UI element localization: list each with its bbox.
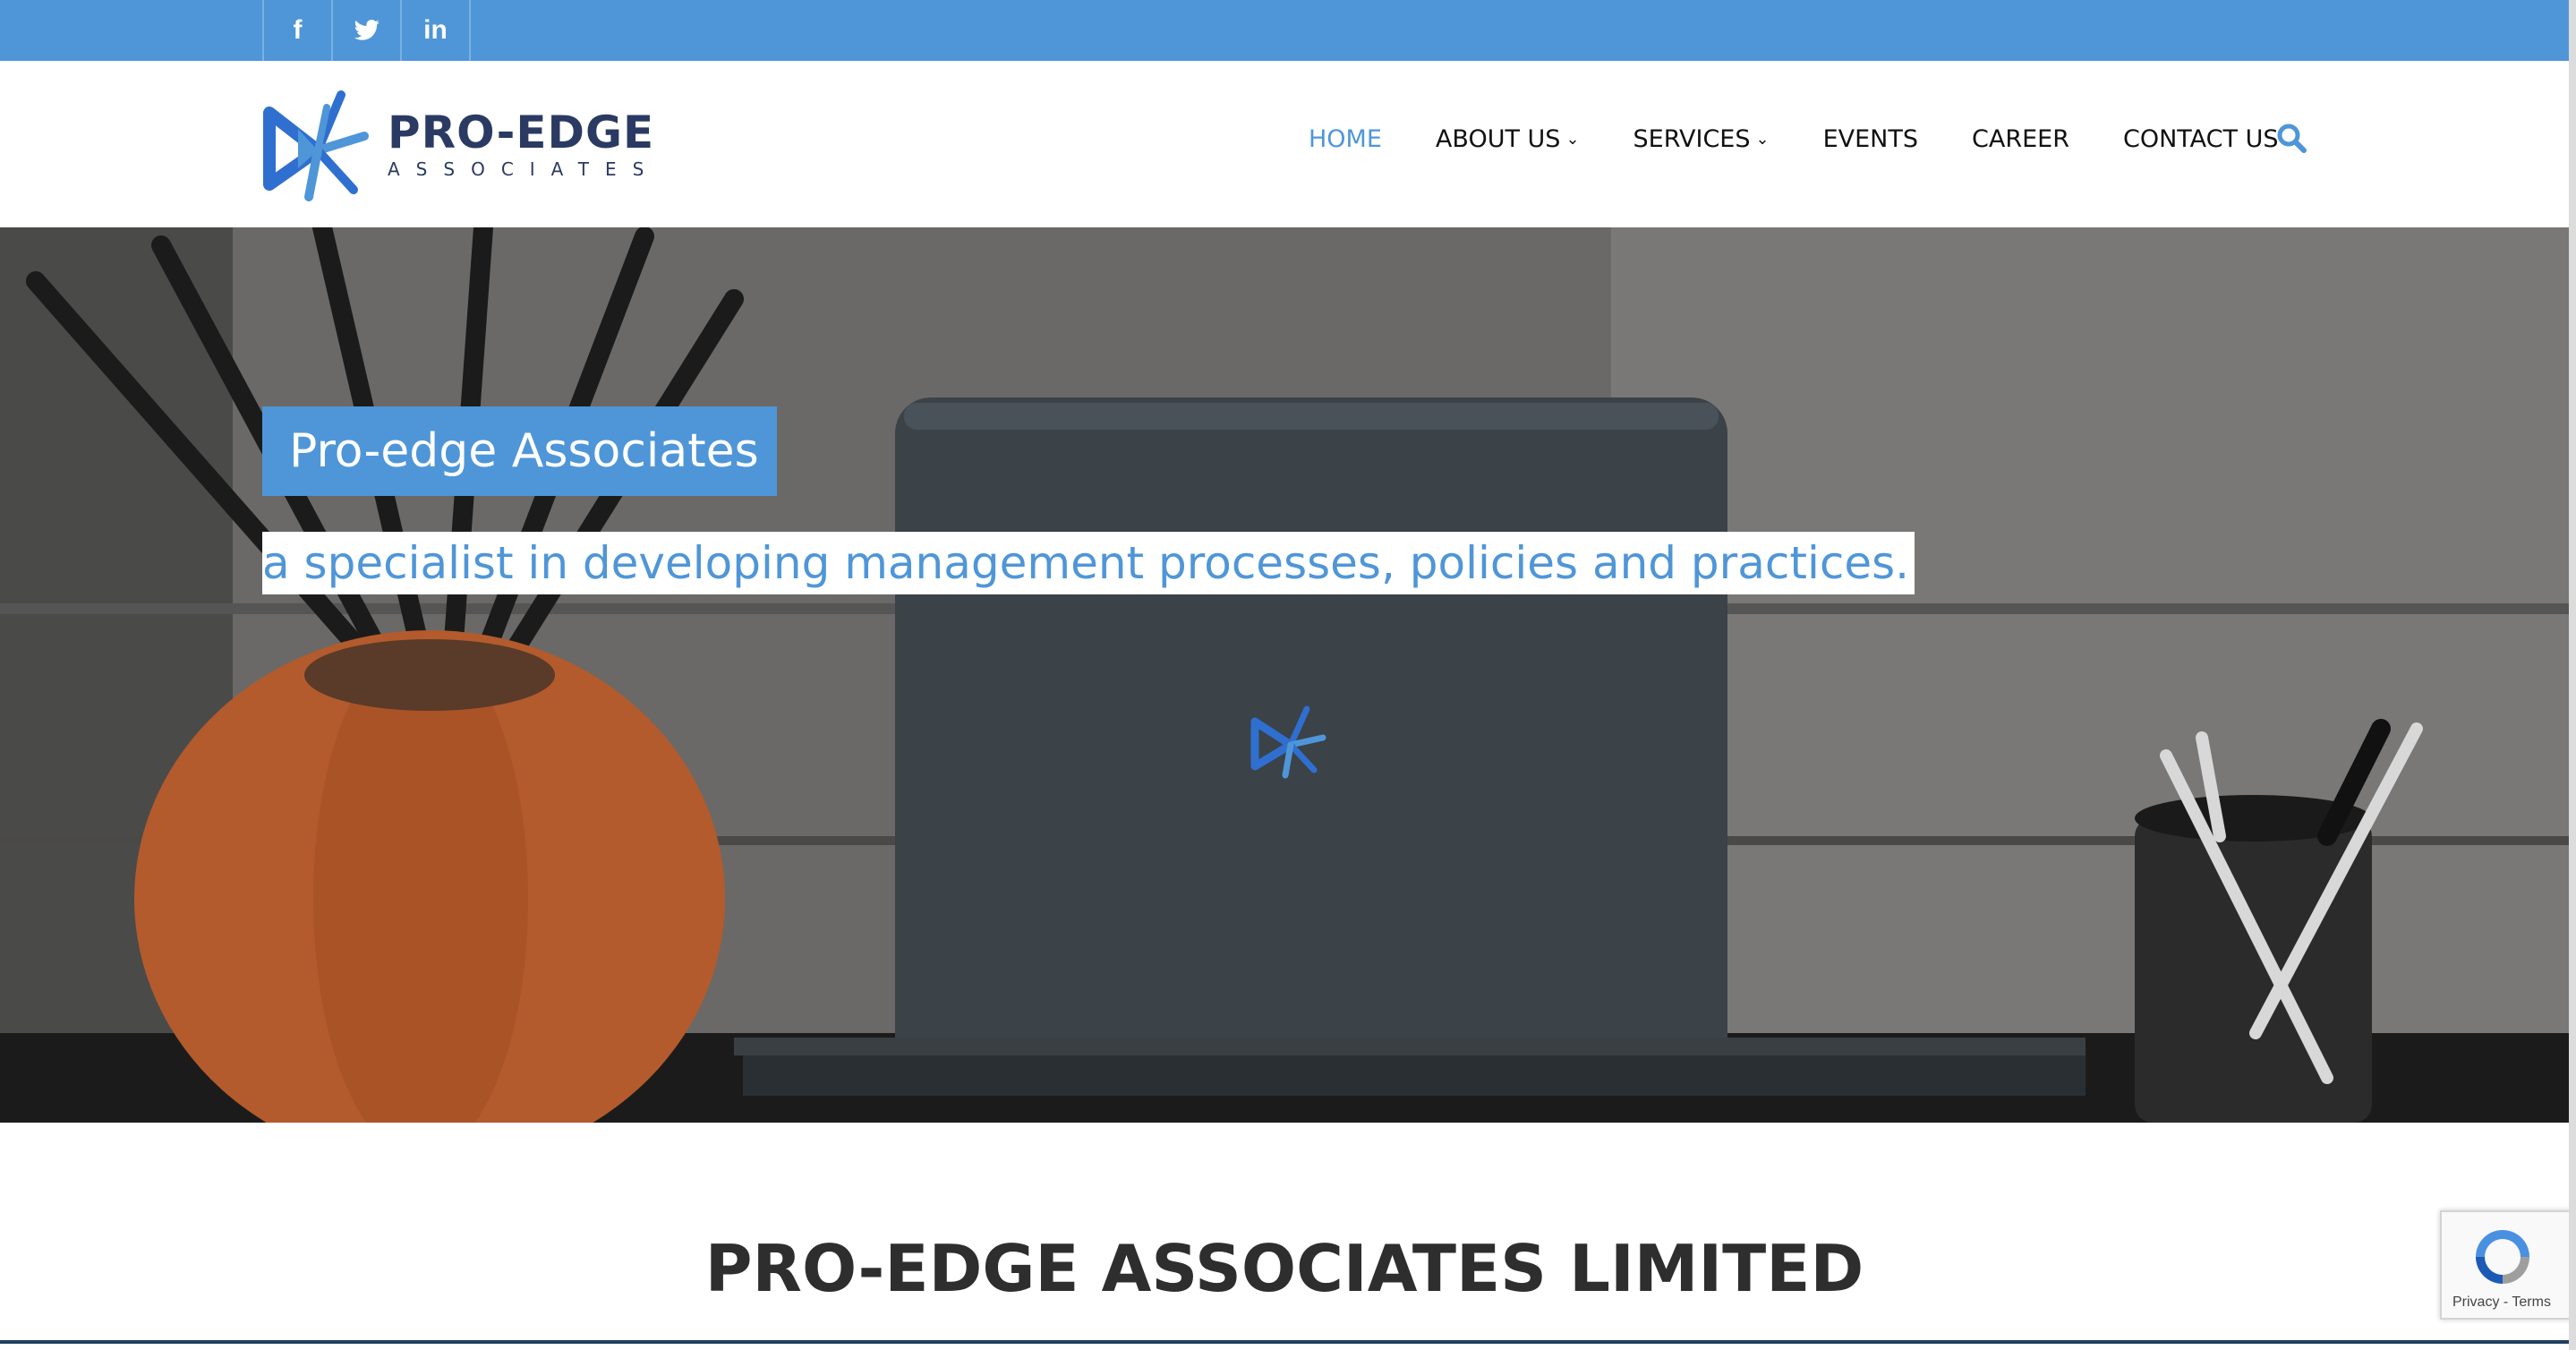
site-logo[interactable]: PRO-EDGE ASSOCIATES bbox=[262, 86, 660, 202]
linkedin-link[interactable]: in bbox=[402, 0, 471, 61]
divider bbox=[0, 1340, 2569, 1344]
nav-label: HOME bbox=[1309, 124, 1382, 153]
chevron-down-icon: ⌄ bbox=[1755, 129, 1770, 149]
hero-tagline: a specialist in developing management pr… bbox=[262, 532, 1915, 594]
section-heading: PRO-EDGE ASSOCIATES LIMITED bbox=[704, 1231, 1864, 1306]
nav-item-home[interactable]: HOME bbox=[1309, 125, 1382, 153]
logo-mark-icon bbox=[263, 90, 369, 201]
logo-text: PRO-EDGE ASSOCIATES bbox=[388, 108, 660, 180]
nav-label: SERVICES bbox=[1633, 124, 1751, 153]
window-edge bbox=[2569, 0, 2576, 1350]
facebook-icon: f bbox=[293, 15, 303, 45]
hero-title-badge: Pro-edge Associates bbox=[262, 406, 777, 496]
hero-banner: Pro-edge Associates a specialist in deve… bbox=[0, 227, 2569, 1123]
nav-label: EVENTS bbox=[1822, 124, 1919, 153]
chevron-down-icon: ⌄ bbox=[1565, 129, 1580, 149]
nav-label: ABOUT US bbox=[1435, 124, 1561, 153]
top-social-bar: f in bbox=[0, 0, 2569, 61]
recaptcha-links[interactable]: Privacy - Terms bbox=[2452, 1294, 2551, 1311]
recaptcha-icon bbox=[2476, 1230, 2529, 1284]
hero-background-image bbox=[0, 227, 2569, 1123]
linkedin-icon: in bbox=[423, 15, 448, 45]
recaptcha-badge[interactable]: Privacy - Terms bbox=[2440, 1210, 2576, 1320]
nav-item-about-us[interactable]: ABOUT US ⌄ bbox=[1436, 125, 1580, 153]
nav-label: CONTACT US bbox=[2122, 124, 2279, 153]
logo-subtitle: ASSOCIATES bbox=[388, 158, 661, 180]
logo-title: PRO-EDGE bbox=[388, 107, 655, 158]
search-icon[interactable] bbox=[2273, 120, 2309, 156]
facebook-link[interactable]: f bbox=[262, 0, 333, 61]
nav-item-career[interactable]: CAREER bbox=[1972, 125, 2069, 153]
nav-item-services[interactable]: SERVICES ⌄ bbox=[1633, 125, 1770, 153]
twitter-icon bbox=[354, 20, 380, 40]
nav-label: CAREER bbox=[1972, 124, 2069, 153]
main-nav: HOME ABOUT US ⌄ SERVICES ⌄ EVENTS CAREER… bbox=[1309, 116, 2333, 161]
nav-item-events[interactable]: EVENTS bbox=[1823, 125, 1918, 153]
site-header: PRO-EDGE ASSOCIATES HOME ABOUT US ⌄ SERV… bbox=[0, 61, 2569, 227]
twitter-link[interactable] bbox=[333, 0, 402, 61]
nav-item-contact-us[interactable]: CONTACT US bbox=[2123, 125, 2279, 153]
social-links: f in bbox=[262, 0, 471, 61]
